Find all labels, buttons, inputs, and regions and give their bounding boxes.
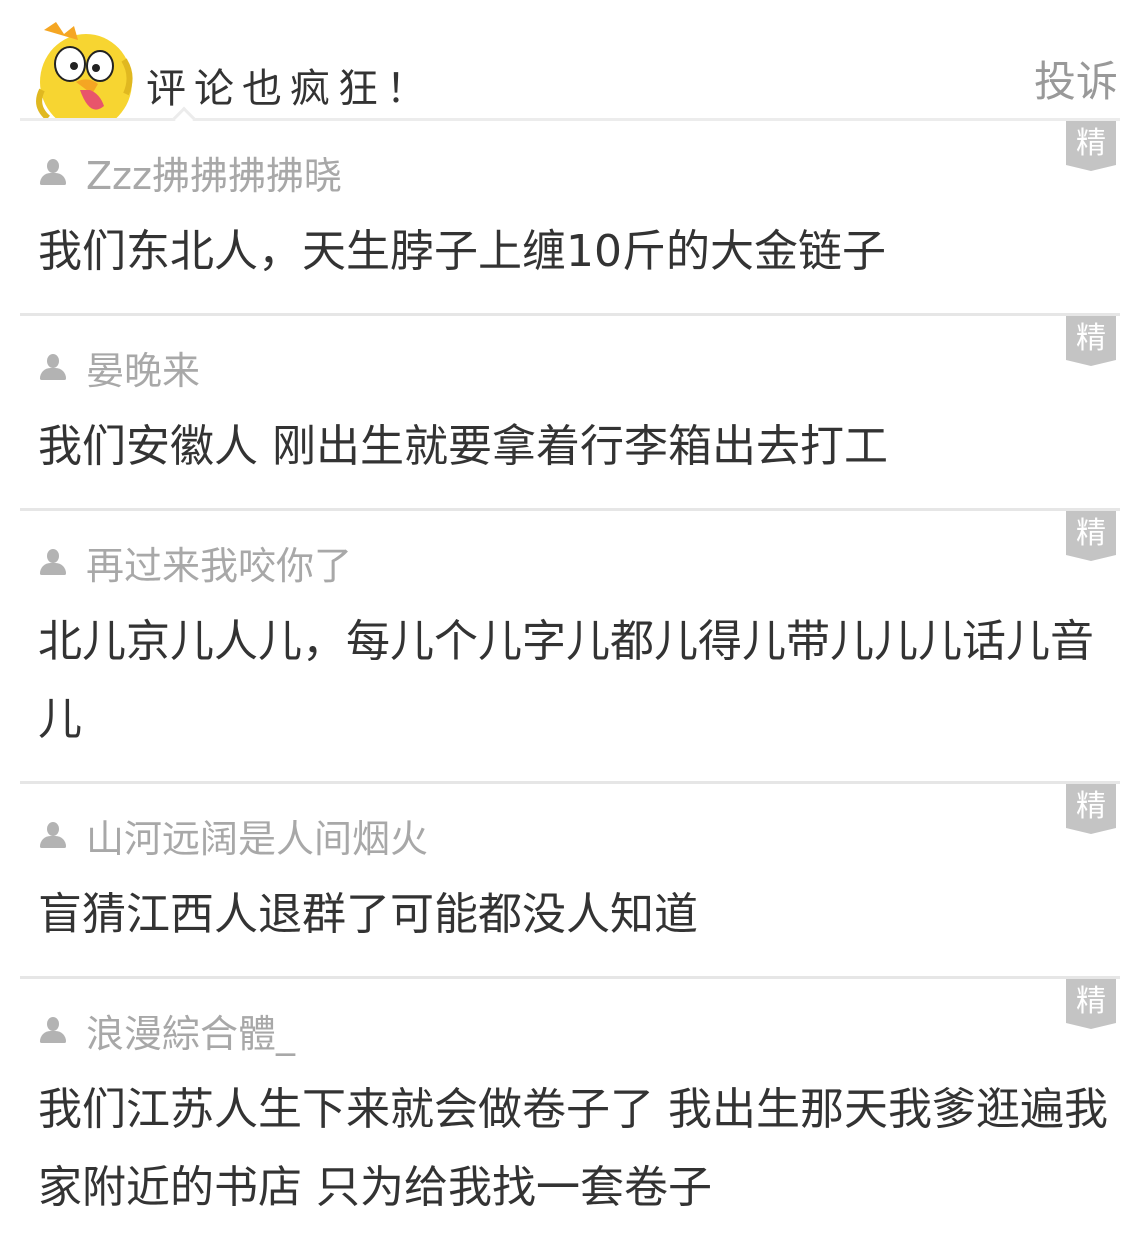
comment-text: 我们安徽人 刚出生就要拿着行李箱出去打工 — [38, 421, 888, 472]
comment-author[interactable]: 再过来我咬你了 — [38, 539, 352, 588]
yellow-chick-mascot-icon — [34, 20, 134, 120]
comment-author[interactable]: 浪漫綜合體_ — [38, 1007, 295, 1056]
section-title: 评论也疯狂！ — [146, 66, 434, 112]
comment-text: 我们东北人，天生脖子上缠10斤的大金链子 — [38, 226, 886, 277]
user-icon — [38, 352, 68, 382]
comment-item: 精 再过来我咬你了 北儿京儿人儿，每儿个儿字儿都儿得儿带儿儿儿话儿音儿 — [20, 511, 1120, 784]
featured-badge-label: 精 — [1076, 126, 1106, 161]
username[interactable]: 浪漫綜合體_ — [86, 1003, 295, 1058]
user-icon — [38, 1015, 68, 1045]
comment-author[interactable]: 山河远阔是人间烟火 — [38, 812, 428, 861]
featured-badge: 精 — [1066, 316, 1116, 366]
featured-badge: 精 — [1066, 979, 1116, 1029]
username[interactable]: Zzz拂拂拂拂晓 — [86, 145, 342, 200]
featured-badge: 精 — [1066, 784, 1116, 834]
comment-item: 精 山河远阔是人间烟火 盲猜江西人退群了可能都没人知道 — [20, 784, 1120, 979]
user-icon — [38, 547, 68, 577]
comment-item: 精 浪漫綜合體_ 我们江苏人生下来就会做卷子了 我出生那天我爹逛遍我家附近的书店… — [20, 979, 1120, 1236]
username[interactable]: 晏晚来 — [86, 340, 200, 395]
report-button[interactable]: 投诉 — [1034, 48, 1118, 109]
featured-badge-label: 精 — [1076, 984, 1106, 1019]
comment-text: 北儿京儿人儿，每儿个儿字儿都儿得儿带儿儿儿话儿音儿 — [38, 616, 1094, 745]
comment-author[interactable]: 晏晚来 — [38, 344, 200, 393]
comment-author[interactable]: Zzz拂拂拂拂晓 — [38, 149, 342, 198]
user-icon — [38, 157, 68, 187]
comments-header: 评论也疯狂！ 投诉 — [0, 0, 1140, 130]
featured-badge-label: 精 — [1076, 321, 1106, 356]
featured-badge: 精 — [1066, 121, 1116, 171]
user-icon — [38, 820, 68, 850]
comment-item: 精 晏晚来 我们安徽人 刚出生就要拿着行李箱出去打工 — [20, 316, 1120, 511]
comment-item: 精 Zzz拂拂拂拂晓 我们东北人，天生脖子上缠10斤的大金链子 — [20, 121, 1120, 316]
featured-badge: 精 — [1066, 511, 1116, 561]
featured-badge-label: 精 — [1076, 516, 1106, 551]
username[interactable]: 山河远阔是人间烟火 — [86, 808, 428, 863]
username[interactable]: 再过来我咬你了 — [86, 535, 352, 590]
comment-text: 盲猜江西人退群了可能都没人知道 — [38, 889, 698, 940]
comment-text: 我们江苏人生下来就会做卷子了 我出生那天我爹逛遍我家附近的书店 只为给我找一套卷… — [38, 1084, 1108, 1213]
featured-badge-label: 精 — [1076, 789, 1106, 824]
